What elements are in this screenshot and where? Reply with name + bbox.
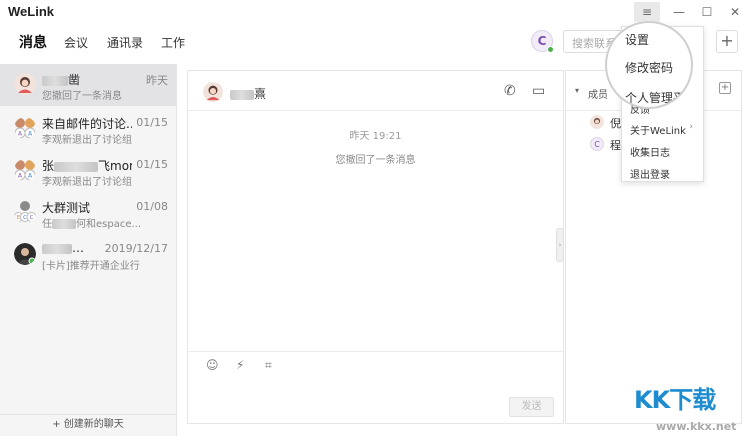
create-chat-button[interactable]: + 创建新的聊天 [0,414,176,436]
lightning-icon[interactable]: ⚡ [236,358,244,372]
maximize-icon[interactable]: ☐ [694,2,720,22]
chat-header: 熹 ✆ ▭ [188,71,563,111]
menu-icon[interactable]: ≡ [634,2,660,22]
online-status-dot [547,46,554,53]
conversation-time: 01/15 [136,116,168,129]
magnifier-overlay: 设置 修改密码 个人管理平 [605,21,693,109]
system-message: 您撤回了一条消息 [335,155,416,166]
conversation-list: 凿 昨天 您撤回了一条消息 AA 来自邮件的讨论... 01/15 李观新退出了… [0,64,177,436]
group-avatar: AA [14,118,36,139]
magnified-settings: 设置 [625,33,650,47]
conversation-preview: 任何和espace... [42,219,142,230]
panel-toggle-handle[interactable]: › [556,228,564,262]
conversation-name: 大群测试 [42,201,91,215]
member-avatar [590,115,604,129]
tab-meetings[interactable]: 会议 [64,34,88,51]
app-title: WeLink [8,4,54,19]
chat-panel: 熹 ✆ ▭ 昨天 19:21 您撤回了一条消息 ☺ ⚡ ⌗ 发送 [187,70,564,424]
conversation-preview: 李观新退出了讨论组 [42,135,132,146]
conversation-item[interactable]: … 2019/12/17 [卡片]推荐开通企业行 [0,234,176,276]
message-timestamp: 昨天 19:21 [349,131,402,142]
collapse-caret-icon[interactable]: ▾ [575,86,579,95]
contact-avatar [14,73,36,95]
contact-avatar [14,243,36,265]
emoji-icon[interactable]: ☺ [206,358,219,372]
svg-text:C: C [23,215,27,221]
conversation-name: 凿 [42,71,132,88]
member-name[interactable]: 程 [610,137,621,153]
add-icon[interactable]: + [716,30,738,53]
compose-area[interactable]: ☺ ⚡ ⌗ 发送 [188,351,563,425]
tab-contacts[interactable]: 通讯录 [107,34,143,51]
conversation-item[interactable]: AA 张飞mori... 01/15 李观新退出了讨论组 [0,150,176,192]
add-member-icon[interactable]: + [719,82,731,94]
svg-text:C: C [594,140,600,149]
conversation-preview: 李观新退出了讨论组 [42,177,132,188]
conversation-preview: [卡片]推荐开通企业行 [42,261,140,272]
user-avatar[interactable]: C [531,30,554,53]
chat-avatar [203,82,223,102]
conversation-time: 昨天 [146,74,168,87]
conversation-time: 01/08 [136,200,168,213]
conversation-time: 2019/12/17 [104,242,168,255]
magnified-personal-admin: 个人管理平 [625,91,686,105]
video-icon[interactable]: ▭ [532,83,545,99]
member-avatar: C [590,137,604,151]
conversation-name: 来自邮件的讨论... [42,117,132,131]
menu-item-about[interactable]: 关于WeLink [630,122,686,137]
screenshot-icon[interactable]: ⌗ [265,358,272,373]
conversation-name: 张飞mori... [42,159,132,173]
conversation-item[interactable]: 凿 昨天 您撤回了一条消息 [0,64,176,106]
conversation-item[interactable]: ECC 大群测试 01/08 任何和espace... [0,192,176,234]
tab-messages[interactable]: 消息 [19,32,47,52]
close-icon[interactable]: ✕ [722,2,748,22]
group-avatar: AA [14,160,36,181]
conversation-time: 01/15 [136,158,168,171]
menu-item-collect-logs[interactable]: 收集日志 [630,144,670,159]
minimize-icon[interactable]: — [666,2,692,22]
avatar-letter: C [537,34,547,48]
watermark-logo: KK下载 [634,386,716,414]
phone-icon[interactable]: ✆ [504,83,516,99]
menu-item-logout[interactable]: 退出登录 [630,166,670,181]
magnified-change-password: 修改密码 [625,61,674,75]
chat-title: 熹 [230,85,266,102]
tab-work[interactable]: 工作 [161,34,185,51]
conversation-item[interactable]: AA 来自邮件的讨论... 01/15 李观新退出了讨论组 [0,108,176,150]
conversation-preview: 您撤回了一条消息 [42,91,122,102]
watermark-url: www.kkx.net [656,420,737,433]
submenu-arrow-icon: › [689,122,693,132]
group-avatar: ECC [14,201,36,222]
members-label: 成员 [588,90,608,101]
send-button[interactable]: 发送 [509,397,554,417]
svg-text:C: C [30,215,34,221]
member-name[interactable]: 倪 [610,115,621,131]
svg-text:E: E [17,215,21,221]
